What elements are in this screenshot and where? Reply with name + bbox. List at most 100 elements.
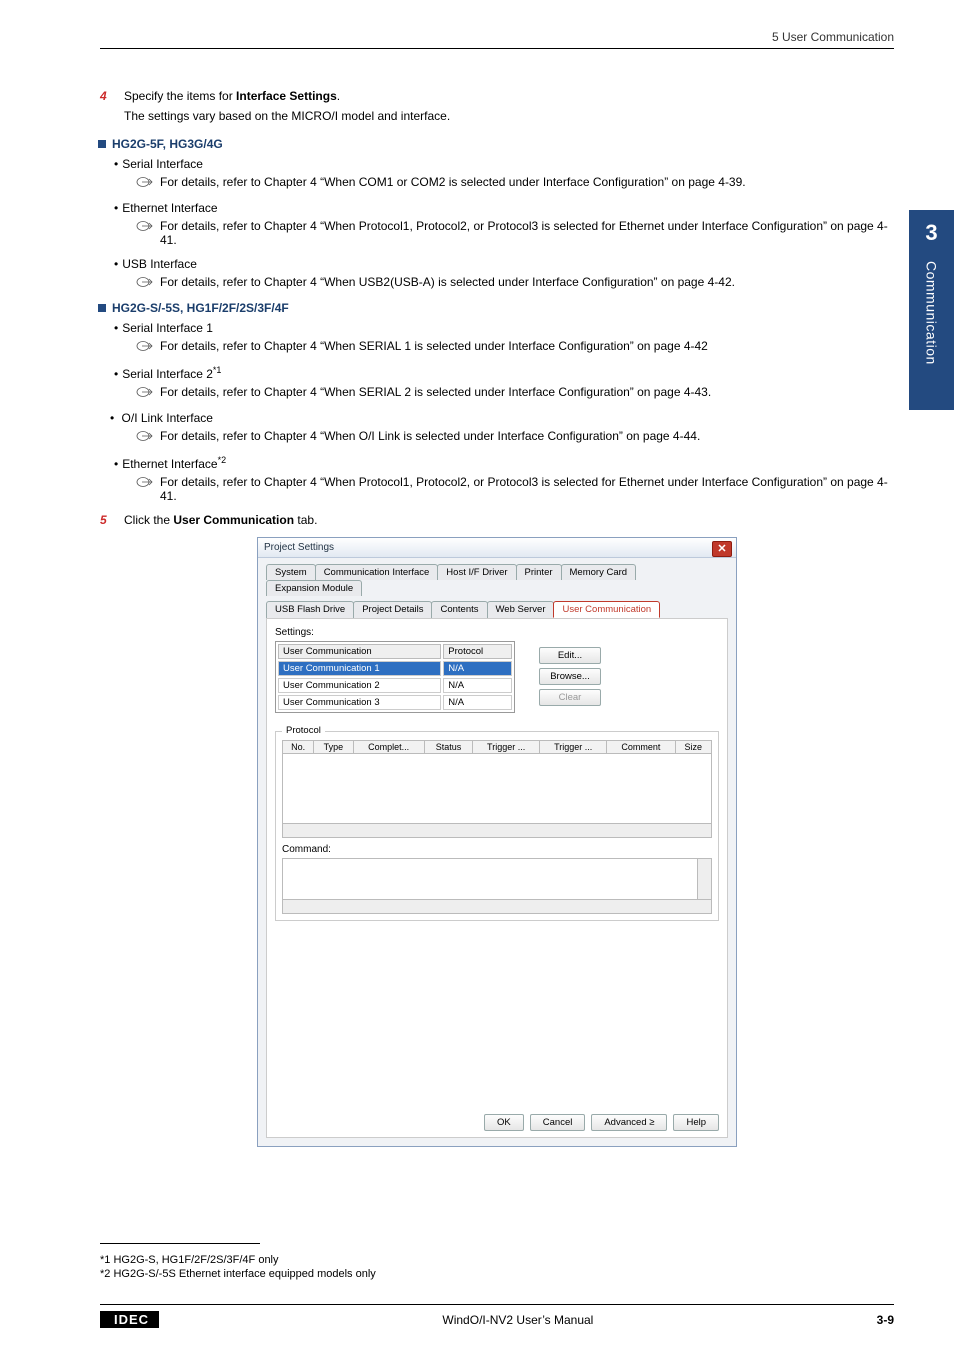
footnote-1: *1 HG2G-S, HG1F/2F/2S/3F/4F only xyxy=(100,1254,376,1266)
tab-expansion-module[interactable]: Expansion Module xyxy=(266,580,362,596)
section-bullet-icon xyxy=(98,304,106,312)
bullet-serial-interface: •Serial Interface xyxy=(114,157,894,171)
dialog-titlebar[interactable]: Project Settings ✕ xyxy=(258,538,736,558)
page-number: 3-9 xyxy=(877,1313,894,1327)
tabs-row-2: USB Flash Drive Project Details Contents… xyxy=(258,595,736,618)
proto-col: Status xyxy=(424,741,472,754)
advanced-button[interactable]: Advanced ≥ xyxy=(591,1114,667,1131)
cell-uc: User Communication 3 xyxy=(278,695,441,710)
table-row[interactable]: User Communication 3 N/A xyxy=(278,695,512,710)
tab-user-communication[interactable]: User Communication xyxy=(553,601,660,618)
section-a-heading: HG2G-5F, HG3G/4G xyxy=(100,137,894,151)
bullet-serial-2: •Serial Interface 2*1 xyxy=(114,365,894,381)
settings-table[interactable]: User Communication Protocol User Communi… xyxy=(275,641,515,713)
ref-line: For details, refer to Chapter 4 “When CO… xyxy=(136,175,894,191)
command-label: Command: xyxy=(282,844,712,855)
hand-icon xyxy=(136,340,154,355)
bullet-serial-1: •Serial Interface 1 xyxy=(114,321,894,335)
proto-col: Comment xyxy=(607,741,675,754)
step-text-pre: Click the xyxy=(124,513,173,527)
ref-line: For details, refer to Chapter 4 “When SE… xyxy=(136,385,894,401)
cancel-button[interactable]: Cancel xyxy=(530,1114,586,1131)
hand-icon xyxy=(136,386,154,401)
protocol-body xyxy=(282,754,712,824)
step-text: Click the User Communication tab. xyxy=(124,513,894,527)
settings-col-proto: Protocol xyxy=(443,644,512,659)
browse-button[interactable]: Browse... xyxy=(539,668,601,685)
tab-contents[interactable]: Contents xyxy=(431,601,487,618)
step-number: 4 xyxy=(100,89,124,103)
footnote-rule xyxy=(100,1243,260,1244)
bullet-usb-interface: •USB Interface xyxy=(114,257,894,271)
protocol-table[interactable]: No. Type Complet... Status Trigger ... T… xyxy=(282,740,712,754)
tab-communication-interface[interactable]: Communication Interface xyxy=(315,564,439,580)
bullet-label: O/I Link Interface xyxy=(122,411,213,425)
tab-system[interactable]: System xyxy=(266,564,316,580)
footnote-sup: *1 xyxy=(213,365,222,375)
project-settings-dialog: Project Settings ✕ System Communication … xyxy=(257,537,737,1147)
ref-text: For details, refer to Chapter 4 “When Pr… xyxy=(160,475,894,503)
step-5: 5 Click the User Communication tab. xyxy=(100,513,894,527)
ref-line: For details, refer to Chapter 4 “When SE… xyxy=(136,339,894,355)
hand-icon xyxy=(136,276,154,291)
protocol-legend: Protocol xyxy=(282,725,325,736)
dialog-footer-buttons: OK Cancel Advanced ≥ Help xyxy=(484,1114,719,1131)
footnotes: *1 HG2G-S, HG1F/2F/2S/3F/4F only *2 HG2G… xyxy=(100,1252,376,1280)
table-row[interactable]: User Communication 1 N/A xyxy=(278,661,512,676)
footnote-2: *2 HG2G-S/-5S Ethernet interface equippe… xyxy=(100,1268,376,1280)
clear-button[interactable]: Clear xyxy=(539,689,601,706)
proto-col: Trigger ... xyxy=(540,741,607,754)
section-b-heading: HG2G-S/-5S, HG1F/2F/2S/3F/4F xyxy=(100,301,894,315)
footnote-sup: *2 xyxy=(218,455,227,465)
protocol-group: Protocol No. Type Complet... Status Trig… xyxy=(275,731,719,921)
cell-proto: N/A xyxy=(443,661,512,676)
step-text-pre: Specify the items for xyxy=(124,89,236,103)
tab-host-if-driver[interactable]: Host I/F Driver xyxy=(437,564,516,580)
section-bullet-icon xyxy=(98,140,106,148)
tab-memory-card[interactable]: Memory Card xyxy=(561,564,637,580)
step-text-post: . xyxy=(337,89,340,103)
dialog-title-text: Project Settings xyxy=(264,542,334,553)
step-text-bold: User Communication xyxy=(173,513,294,527)
vertical-scrollbar[interactable] xyxy=(697,859,711,899)
cell-proto: N/A xyxy=(443,678,512,693)
hand-icon xyxy=(136,176,154,191)
ref-text: For details, refer to Chapter 4 “When SE… xyxy=(160,339,708,353)
close-button[interactable]: ✕ xyxy=(712,541,732,557)
tab-project-details[interactable]: Project Details xyxy=(353,601,432,618)
chapter-number: 3 xyxy=(925,220,937,246)
horizontal-scrollbar[interactable] xyxy=(283,899,711,913)
ok-button[interactable]: OK xyxy=(484,1114,524,1131)
ref-text: For details, refer to Chapter 4 “When Pr… xyxy=(160,219,894,247)
edit-button[interactable]: Edit... xyxy=(539,647,601,664)
proto-col: Complet... xyxy=(353,741,424,754)
step-text-post: tab. xyxy=(294,513,317,527)
proto-col: Type xyxy=(314,741,353,754)
ref-text: For details, refer to Chapter 4 “When CO… xyxy=(160,175,746,189)
ref-line: For details, refer to Chapter 4 “When Pr… xyxy=(136,219,894,247)
step-4: 4 Specify the items for Interface Settin… xyxy=(100,89,894,103)
ref-text: For details, refer to Chapter 4 “When US… xyxy=(160,275,735,289)
cell-uc: User Communication 1 xyxy=(278,661,441,676)
command-box[interactable] xyxy=(282,858,712,914)
tab-printer[interactable]: Printer xyxy=(516,564,562,580)
bullet-label: Serial Interface 2 xyxy=(122,367,213,381)
chapter-side-tab: 3 Communication xyxy=(909,210,954,410)
tab-usb-flash-drive[interactable]: USB Flash Drive xyxy=(266,601,354,618)
cell-proto: N/A xyxy=(443,695,512,710)
proto-col: Size xyxy=(675,741,711,754)
bullet-ethernet-interface: •Ethernet Interface xyxy=(114,201,894,215)
dialog-body: Settings: User Communication Protocol Us… xyxy=(266,618,728,1138)
step-number: 5 xyxy=(100,513,124,527)
help-button[interactable]: Help xyxy=(673,1114,719,1131)
table-row[interactable]: User Communication 2 N/A xyxy=(278,678,512,693)
idec-logo: IDEC xyxy=(100,1311,159,1328)
step-4-sub: The settings vary based on the MICRO/I m… xyxy=(124,109,894,123)
proto-col: No. xyxy=(283,741,314,754)
tab-web-server[interactable]: Web Server xyxy=(487,601,555,618)
horizontal-scrollbar[interactable] xyxy=(282,824,712,838)
page-footer: IDEC WindO/I-NV2 User’s Manual 3-9 xyxy=(100,1304,894,1328)
bullet-oi-link: • O/I Link Interface xyxy=(110,411,894,425)
footer-rule xyxy=(100,1304,894,1305)
ref-text: For details, refer to Chapter 4 “When SE… xyxy=(160,385,711,399)
